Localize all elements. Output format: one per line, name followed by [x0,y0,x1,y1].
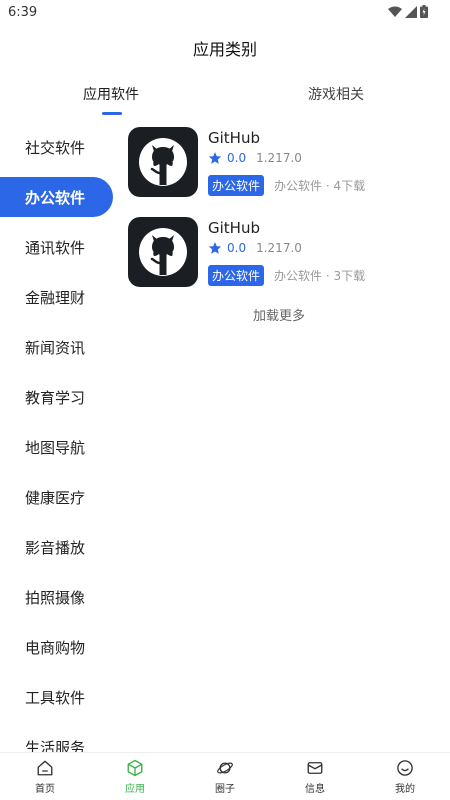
signal-icon [405,5,417,18]
top-tabs: 应用软件 游戏相关 [0,84,450,120]
category-tag: 办公软件 [208,265,265,286]
nav-label: 应用 [125,784,145,795]
active-tab-indicator [102,112,122,115]
sidebar-item-label: 教育学习 [25,388,86,407]
nav-messages[interactable]: 信息 [285,759,345,795]
sidebar-item-label: 通讯软件 [25,238,86,257]
sidebar-item-tools[interactable]: 工具软件 [0,677,113,717]
sidebar-item-label: 影音播放 [25,538,86,557]
sidebar-item-education[interactable]: 教育学习 [0,377,113,417]
app-version: 1.217.0 [256,151,302,165]
load-more-button[interactable]: 加载更多 [253,305,305,324]
smile-icon [397,760,413,776]
status-time: 6:39 [8,5,38,20]
cube-icon [127,759,143,777]
tab-games[interactable]: 游戏相关 [308,84,364,104]
sidebar-item-label: 拍照摄像 [25,588,86,607]
nav-label: 信息 [305,784,325,795]
nav-profile[interactable]: 我的 [375,759,435,795]
app-version: 1.217.0 [256,241,302,255]
sidebar-item-label: 生活服务 [25,738,86,753]
sidebar-item-shopping[interactable]: 电商购物 [0,627,113,667]
nav-home[interactable]: 首页 [15,759,75,795]
sidebar-item-label: 办公软件 [25,188,86,207]
rating-value: 0.0 [227,241,247,255]
app-card[interactable]: GitHub 0.0 1.217.0 办公软件 办公软件 · 4下载 [128,127,428,199]
sidebar-item-office[interactable]: 办公软件 [0,177,113,217]
category-sidebar: 社交软件 办公软件 通讯软件 金融理财 新闻资讯 教育学习 地图导航 健康医疗 … [0,122,120,752]
sidebar-item-news[interactable]: 新闻资讯 [0,327,113,367]
sidebar-item-media[interactable]: 影音播放 [0,527,113,567]
sidebar-item-finance[interactable]: 金融理财 [0,277,113,317]
sidebar-item-life[interactable]: 生活服务 [0,727,113,753]
app-name: GitHub [208,219,260,237]
github-icon [128,217,198,287]
sidebar-item-label: 社交软件 [25,138,86,157]
app-card[interactable]: GitHub 0.0 1.217.0 办公软件 办公软件 · 3下载 [128,217,428,289]
nav-label: 圈子 [215,784,235,795]
planet-icon [217,762,233,774]
sidebar-item-label: 金融理财 [25,288,86,307]
tag-row: 办公软件 办公软件 · 4下载 [208,175,365,196]
wifi-icon [388,6,402,17]
sidebar-item-social[interactable]: 社交软件 [0,127,113,167]
tag-row: 办公软件 办公软件 · 3下载 [208,265,365,286]
rating-row: 0.0 1.217.0 [208,241,302,255]
sidebar-item-camera[interactable]: 拍照摄像 [0,577,113,617]
status-icons [388,5,428,18]
bottom-nav: 首页 应用 圈子 信息 我的 [0,752,450,800]
tab-apps[interactable]: 应用软件 [83,84,139,104]
sidebar-item-health[interactable]: 健康医疗 [0,477,113,517]
sidebar-item-label: 电商购物 [25,638,86,657]
page-title: 应用类别 [192,40,257,59]
sidebar-item-maps[interactable]: 地图导航 [0,427,113,467]
nav-apps[interactable]: 应用 [105,759,165,795]
category-tag: 办公软件 [208,175,265,196]
nav-label: 首页 [35,784,55,795]
nav-circle[interactable]: 圈子 [195,759,255,795]
sidebar-item-label: 工具软件 [25,688,86,707]
rating-value: 0.0 [227,151,247,165]
app-meta: 办公软件 · 3下载 [274,269,366,283]
battery-icon [420,5,428,18]
app-meta: 办公软件 · 4下载 [274,179,366,193]
mail-icon [307,762,323,774]
status-bar: 6:39 [0,0,450,26]
app-name: GitHub [208,129,260,147]
sidebar-item-communication[interactable]: 通讯软件 [0,227,113,267]
star-icon [208,242,222,254]
home-icon [37,760,53,776]
sidebar-item-label: 新闻资讯 [25,338,86,357]
star-icon [208,152,222,164]
sidebar-item-label: 地图导航 [25,438,86,457]
nav-label: 我的 [395,784,415,795]
sidebar-item-label: 健康医疗 [25,488,86,507]
rating-row: 0.0 1.217.0 [208,151,302,165]
github-icon [128,127,198,197]
